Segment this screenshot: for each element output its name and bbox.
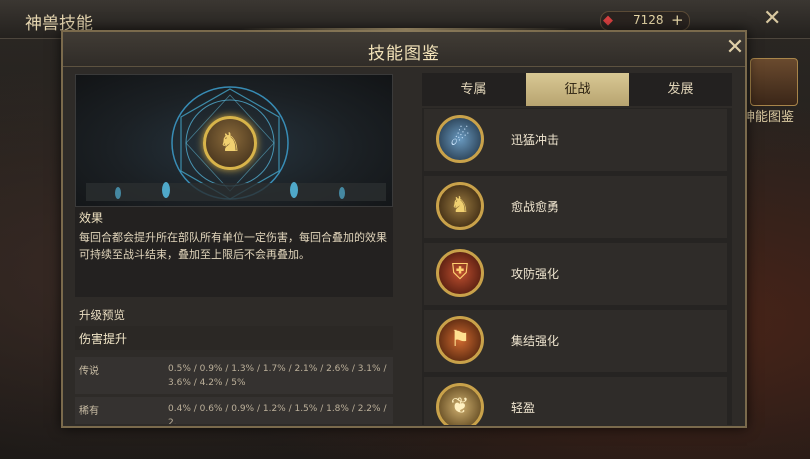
upgrade-subtitle-row: 伤害提升 <box>75 326 393 350</box>
skill-name: 集结强化 <box>511 334 560 348</box>
list-item[interactable]: ⛨ 攻防强化 <box>424 243 727 305</box>
list-item[interactable]: ♞ 愈战愈勇 <box>424 176 727 238</box>
background-close-icon[interactable]: ✕ <box>763 6 781 31</box>
rarity-values: 0.5% / 0.9% / 1.3% / 1.7% / 2.1% / 2.6% … <box>168 364 387 388</box>
warrior-icon: ♞ <box>436 182 484 230</box>
side-book-icon[interactable] <box>750 58 798 106</box>
list-item[interactable]: ❦ 轻盈 <box>424 377 727 425</box>
skill-name: 轻盈 <box>511 401 536 415</box>
gem-icon: ◆ <box>603 13 613 28</box>
shield-sword-icon: ⛨ <box>436 249 484 297</box>
effect-section: 效果 每回合都会提升所在部队所有单位一定伤害，每回合叠加的效果可持续至战斗结束，… <box>75 207 393 297</box>
category-tabs: 专属 征战 发展 <box>422 73 732 106</box>
modal-title: 技能图鉴 <box>368 44 440 64</box>
banner-icon: ⚑ <box>436 316 484 364</box>
skill-name: 迅猛冲击 <box>511 133 560 147</box>
storm-strike-icon: ☄ <box>436 115 484 163</box>
effect-title: 效果 <box>79 211 104 225</box>
skill-codex-modal: 技能图鉴 ✕ ♞ 效果 每回合都会提升所在部队所有单位一定伤害，每回合叠加的效果… <box>61 28 747 428</box>
warrior-emblem-icon: ♞ <box>203 116 257 170</box>
upgrade-row: 传说 0.5% / 0.9% / 1.3% / 1.7% / 2.1% / 2.… <box>75 357 393 394</box>
tab-campaign[interactable]: 征战 <box>526 73 629 106</box>
skill-showcase: ♞ <box>75 74 393 207</box>
resource-count: 7128 <box>633 13 664 27</box>
side-label: 神能图鉴 <box>742 110 795 125</box>
skill-list-panel: 专属 征战 发展 ☄ 迅猛冲击 ♞ 愈战愈勇 ⛨ 攻防强化 ⚑ 集结强化 ❦ 轻… <box>422 73 732 425</box>
upgrade-subtitle: 伤害提升 <box>79 332 128 346</box>
resource-counter[interactable]: ◆ 7128 + <box>600 11 690 31</box>
close-x-icon[interactable]: ✕ <box>723 36 747 60</box>
upgrade-preview-title: 升级预览 <box>79 308 125 322</box>
skill-detail-panel: ♞ 效果 每回合都会提升所在部队所有单位一定伤害，每回合叠加的效果可持续至战斗结… <box>75 74 393 424</box>
skill-list[interactable]: ☄ 迅猛冲击 ♞ 愈战愈勇 ⛨ 攻防强化 ⚑ 集结强化 ❦ 轻盈 <box>422 108 732 425</box>
wing-icon: ❦ <box>436 383 484 425</box>
tab-development[interactable]: 发展 <box>629 73 732 106</box>
list-item[interactable]: ☄ 迅猛冲击 <box>424 109 727 171</box>
skill-name: 愈战愈勇 <box>511 200 560 214</box>
modal-header: 技能图鉴 ✕ <box>63 32 745 67</box>
effect-description: 每回合都会提升所在部队所有单位一定伤害，每回合叠加的效果可持续至战斗结束，叠加至… <box>79 231 387 261</box>
upgrade-row: 稀有 0.4% / 0.6% / 0.9% / 1.2% / 1.5% / 1.… <box>75 397 393 424</box>
rarity-values: 0.4% / 0.6% / 0.9% / 1.2% / 1.5% / 1.8% … <box>168 404 387 424</box>
skill-name: 攻防强化 <box>511 267 560 281</box>
add-resource-button[interactable]: + <box>671 11 684 29</box>
tab-exclusive[interactable]: 专属 <box>422 73 525 106</box>
list-item[interactable]: ⚑ 集结强化 <box>424 310 727 372</box>
rarity-label: 传说 <box>79 366 99 377</box>
rarity-label: 稀有 <box>79 406 99 417</box>
